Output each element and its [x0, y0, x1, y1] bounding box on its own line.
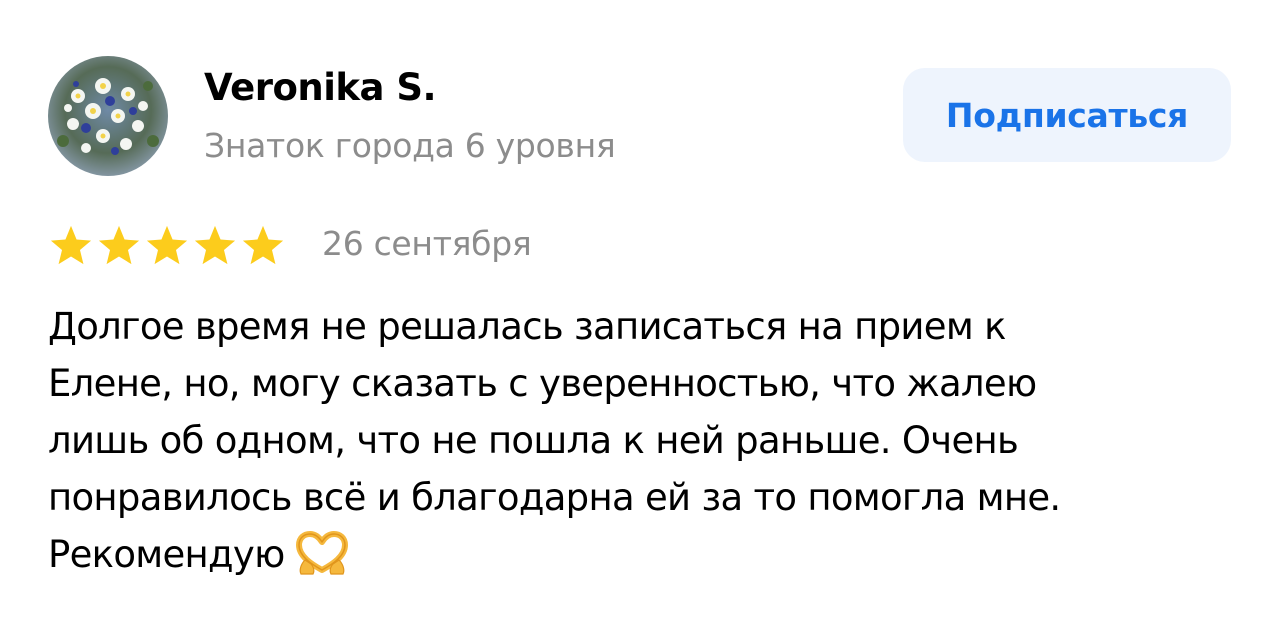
review-text-line: Долгое время не решалась записаться на п…	[48, 305, 1006, 348]
review-text-line: Елене, но, могу сказать с уверенностью, …	[48, 362, 1037, 405]
subscribe-button[interactable]: Подписаться	[903, 68, 1231, 162]
star-icon	[194, 225, 236, 265]
star-icon	[146, 225, 188, 265]
star-icon	[242, 225, 284, 265]
review-text-line: понравилось всё и благодарна ей за то по…	[48, 476, 1061, 519]
heart-hands-icon	[291, 530, 353, 576]
author-level: Знаток города 6 уровня	[204, 126, 616, 165]
review-text-recommend: Рекомендую	[48, 533, 285, 576]
avatar[interactable]	[48, 56, 168, 176]
author-name[interactable]: Veronika S.	[204, 66, 437, 109]
star-icon	[98, 225, 140, 265]
star-rating	[48, 224, 286, 268]
star-icon	[50, 225, 92, 265]
review-text: Долгое время не решалась записаться на п…	[48, 298, 1238, 583]
review-date: 26 сентября	[322, 224, 532, 263]
review-text-line: лишь об одном, что не пошла к ней раньше…	[48, 419, 1019, 462]
review-text-line-last: Рекомендую	[48, 526, 1238, 583]
review-card: Veronika S. Знаток города 6 уровня Подпи…	[0, 0, 1280, 630]
avatar-photo	[48, 56, 168, 176]
